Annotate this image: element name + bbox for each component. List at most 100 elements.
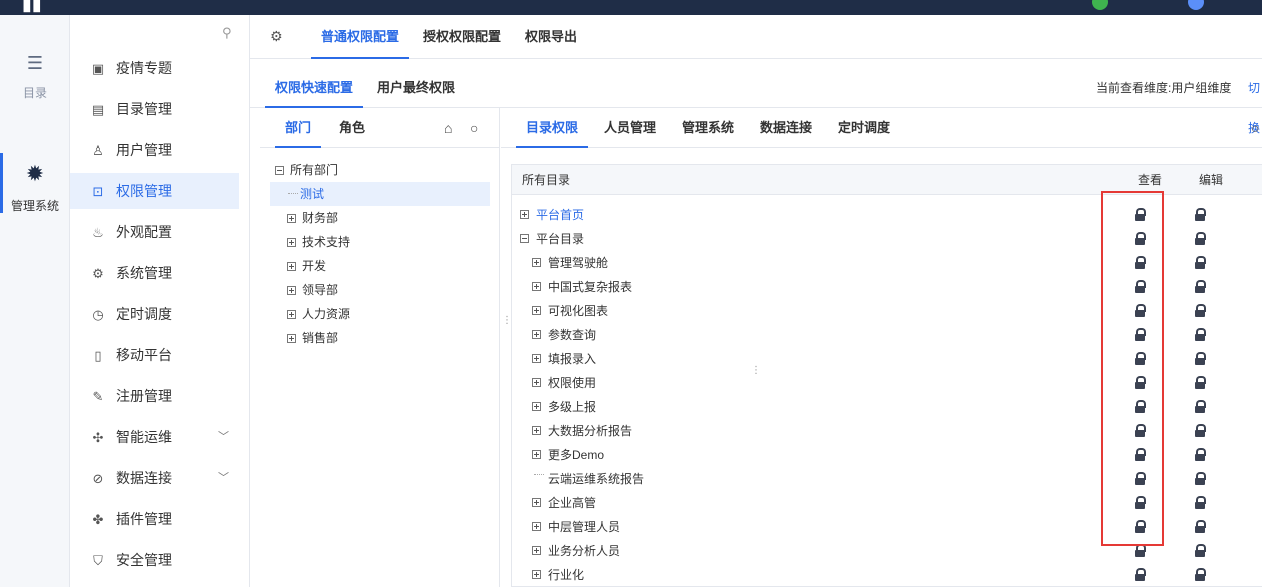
view-lock-icon[interactable] [1135,256,1146,269]
table-row[interactable]: 中层管理人员 [512,515,1262,539]
view-lock-icon[interactable] [1135,232,1146,245]
sidebar-item-catalog[interactable]: ▤ 目录管理 [70,91,239,127]
sidebar-item-system[interactable]: ⚙ 系统管理 [70,255,239,291]
expand-icon[interactable] [287,262,296,271]
table-row[interactable]: 平台目录 [512,227,1262,251]
sidebar-item-mobile[interactable]: ▯ 移动平台 [70,337,239,373]
view-lock-icon[interactable] [1135,520,1146,533]
view-lock-icon[interactable] [1135,328,1146,341]
edit-lock-icon[interactable] [1195,256,1206,269]
gear-icon[interactable]: ⚙ [270,28,283,45]
view-lock-icon[interactable] [1135,568,1146,581]
edit-lock-icon[interactable] [1195,496,1206,509]
sidebar-item-schedule[interactable]: ◷ 定时调度 [70,296,239,332]
edit-lock-icon[interactable] [1195,400,1206,413]
view-lock-icon[interactable] [1135,280,1146,293]
expand-icon[interactable] [532,354,541,363]
edit-lock-icon[interactable] [1195,328,1206,341]
tab-schedule[interactable]: 定时调度 [838,108,890,148]
status-icon[interactable] [1092,0,1108,10]
sidebar-item-appearance[interactable]: ♨ 外观配置 [70,214,239,250]
tree-node-dev[interactable]: 开发 [287,254,326,278]
search-icon[interactable]: ○ [1251,120,1259,136]
edit-lock-icon[interactable] [1195,424,1206,437]
collapse-icon[interactable] [275,166,284,175]
edit-lock-icon[interactable] [1195,376,1206,389]
sidebar-item-security[interactable]: ⛉ 安全管理 [70,542,239,578]
edit-lock-icon[interactable] [1195,568,1206,581]
expand-icon[interactable] [532,426,541,435]
tab-quick-config[interactable]: 权限快速配置 [264,68,364,108]
table-row[interactable]: 更多Demo [512,443,1262,467]
expand-icon[interactable] [287,238,296,247]
sidebar-item-ops[interactable]: ✣ 智能运维 ﹀ [70,419,239,455]
sidebar-item-plugins[interactable]: ✤ 插件管理 [70,501,239,537]
expand-icon[interactable] [532,498,541,507]
sidebar-item-users[interactable]: ♙ 用户管理 [70,132,239,168]
table-row[interactable]: 参数查询 [512,323,1262,347]
table-row[interactable]: 管理驾驶舱 [512,251,1262,275]
tree-node-hr[interactable]: 人力资源 [287,302,350,326]
sidebar-item-permissions[interactable]: ⊡ 权限管理 [70,173,239,209]
expand-icon[interactable] [287,286,296,295]
rail-item-management[interactable]: ✹ 管理系统 [0,153,70,214]
table-row[interactable]: 多级上报 [512,395,1262,419]
table-row[interactable]: 平台首页 [512,203,1262,227]
sidebar-item-epidemic[interactable]: ▣ 疫情专题 [70,50,239,86]
expand-icon[interactable] [287,334,296,343]
tab-final-permission[interactable]: 用户最终权限 [377,68,455,108]
edit-lock-icon[interactable] [1195,304,1206,317]
table-row[interactable]: 大数据分析报告 [512,419,1262,443]
table-row[interactable]: 中国式复杂报表 [512,275,1262,299]
tree-node-sales[interactable]: 销售部 [287,326,338,350]
edit-lock-icon[interactable] [1195,544,1206,557]
table-row[interactable]: 云端运维系统报告 [512,467,1262,491]
edit-lock-icon[interactable] [1195,448,1206,461]
expand-icon[interactable] [287,310,296,319]
view-lock-icon[interactable] [1135,472,1146,485]
avatar[interactable] [1188,0,1204,10]
row-label[interactable]: 平台首页 [536,203,584,227]
tab-personnel[interactable]: 人员管理 [604,108,656,148]
table-row[interactable]: 业务分析人员 [512,539,1262,563]
view-lock-icon[interactable] [1135,496,1146,509]
view-lock-icon[interactable] [1135,400,1146,413]
tree-node-support[interactable]: 技术支持 [287,230,350,254]
tab-management-system[interactable]: 管理系统 [682,108,734,148]
view-lock-icon[interactable] [1135,376,1146,389]
expand-icon[interactable] [532,282,541,291]
tab-data-connection[interactable]: 数据连接 [760,108,812,148]
sidebar-item-data-connection[interactable]: ⊘ 数据连接 ﹀ [70,460,239,496]
view-lock-icon[interactable] [1135,448,1146,461]
expand-icon[interactable] [532,306,541,315]
resize-handle[interactable]: ⋮ [502,315,512,326]
edit-lock-icon[interactable] [1195,280,1206,293]
tab-normal-permission[interactable]: 普通权限配置 [310,15,410,59]
tab-role[interactable]: 角色 [339,108,365,148]
tab-permission-export[interactable]: 权限导出 [525,15,577,59]
tree-node-finance[interactable]: 财务部 [287,206,338,230]
table-row[interactable]: 可视化图表 [512,299,1262,323]
edit-lock-icon[interactable] [1195,472,1206,485]
collapse-icon[interactable] [520,234,529,243]
expand-icon[interactable] [532,258,541,267]
tree-node-leaders[interactable]: 领导部 [287,278,338,302]
edit-lock-icon[interactable] [1195,352,1206,365]
expand-icon[interactable] [532,330,541,339]
expand-icon[interactable] [287,214,296,223]
view-lock-icon[interactable] [1135,544,1146,557]
expand-icon[interactable] [532,570,541,579]
pin-icon[interactable]: ⚲ [222,25,232,41]
view-lock-icon[interactable] [1135,352,1146,365]
resize-handle[interactable]: ⋮ [751,365,761,376]
view-lock-icon[interactable] [1135,424,1146,437]
expand-icon[interactable] [532,450,541,459]
tree-root[interactable]: 所有部门 [275,158,500,182]
tree-node-test[interactable]: 测试 [270,182,490,206]
edit-lock-icon[interactable] [1195,520,1206,533]
rail-item-catalog[interactable]: ☰ 目录 [0,53,70,101]
tab-grant-permission[interactable]: 授权权限配置 [423,15,501,59]
expand-icon[interactable] [532,522,541,531]
expand-icon[interactable] [532,378,541,387]
view-lock-icon[interactable] [1135,304,1146,317]
